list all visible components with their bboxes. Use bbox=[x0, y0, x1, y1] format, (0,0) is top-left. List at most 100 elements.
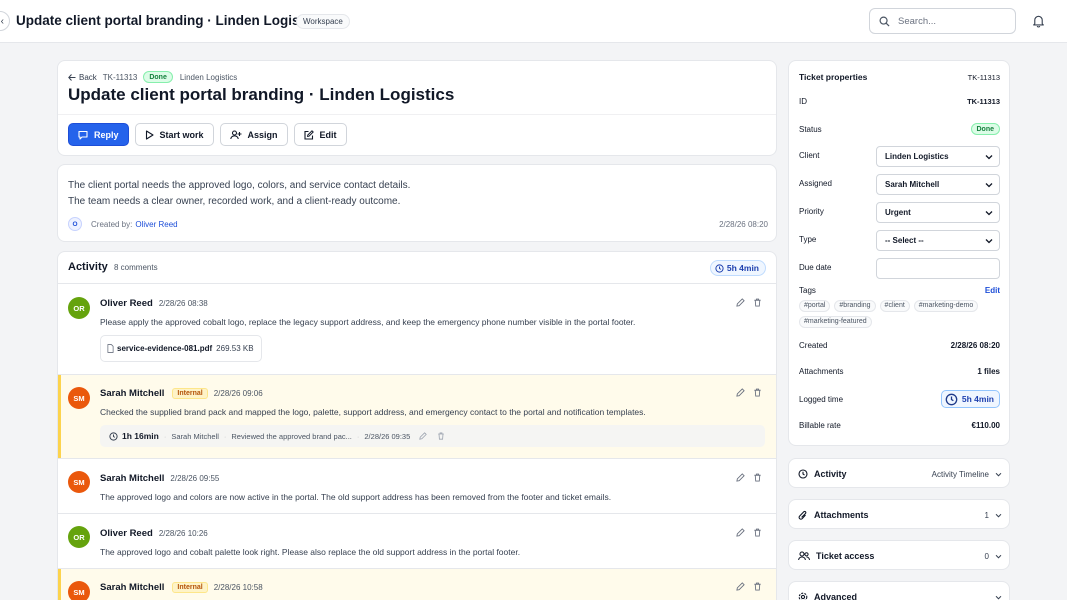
prop-label: Due date bbox=[799, 263, 832, 272]
prop-attachments-value: 1 files bbox=[977, 367, 1000, 376]
advanced-section[interactable]: Advanced bbox=[788, 581, 1010, 600]
tag[interactable]: #branding bbox=[834, 300, 876, 312]
comment-author: Oliver Reed bbox=[100, 298, 153, 309]
attachment-chip[interactable]: service-evidence-081.pdf 269.53 KB bbox=[100, 335, 262, 362]
pencil-icon[interactable] bbox=[736, 388, 745, 397]
client-select[interactable]: Linden Logistics bbox=[876, 146, 1000, 167]
trash-icon[interactable] bbox=[753, 388, 762, 397]
comment-tools bbox=[736, 582, 762, 591]
comment-item: SM Sarah Mitchell Internal 2/28/26 10:58 bbox=[58, 569, 776, 600]
description-footer: O Created by: Oliver Reed 2/28/26 08:20 bbox=[68, 217, 768, 231]
avatar: SM bbox=[68, 581, 90, 600]
prop-label: Client bbox=[799, 151, 820, 160]
assign-button[interactable]: Assign bbox=[219, 123, 288, 146]
pencil-icon[interactable] bbox=[419, 432, 428, 440]
tag[interactable]: #marketing-demo bbox=[913, 300, 979, 312]
trash-icon[interactable] bbox=[753, 298, 762, 307]
separator: · bbox=[356, 431, 360, 441]
top-bar: ‹ Update client portal branding · Linden… bbox=[0, 0, 1067, 43]
section-meta: 0 bbox=[985, 552, 1002, 561]
assignee-select[interactable]: Sarah Mitchell bbox=[876, 174, 1000, 195]
status-badge: Done bbox=[970, 123, 1000, 135]
search-box[interactable] bbox=[869, 8, 1016, 34]
divider bbox=[58, 114, 776, 115]
prop-label: Attachments bbox=[799, 367, 844, 376]
clock-icon bbox=[945, 393, 958, 405]
comment-tools bbox=[736, 298, 762, 307]
search-icon bbox=[879, 16, 890, 27]
ticket-title: Update client portal branding · Linden L… bbox=[68, 85, 455, 104]
description-text: The client portal needs the approved log… bbox=[68, 178, 410, 210]
comment-header: Sarah Mitchell Internal 2/28/26 10:58 bbox=[100, 582, 263, 593]
priority-select[interactable]: Urgent bbox=[876, 202, 1000, 223]
comment-time: 2/28/26 10:58 bbox=[213, 583, 263, 592]
activity-section[interactable]: Activity Activity Timeline bbox=[788, 458, 1010, 488]
arrow-left-icon bbox=[68, 73, 76, 81]
trash-icon[interactable] bbox=[753, 528, 762, 537]
chat-icon bbox=[78, 130, 88, 140]
avatar: SM bbox=[68, 387, 90, 409]
ticket-header-card: Back TK-11313 Done Linden Logistics Upda… bbox=[57, 60, 777, 156]
bell-icon[interactable] bbox=[1032, 14, 1045, 28]
prop-billable-value: €110.00 bbox=[971, 421, 1000, 430]
start-work-button[interactable]: Start work bbox=[134, 123, 214, 146]
edit-icon bbox=[303, 129, 314, 140]
prop-logged-row: Logged time 5h 4min bbox=[799, 390, 1000, 408]
workspace-badge: Workspace bbox=[296, 14, 350, 29]
prop-label: Billable rate bbox=[799, 421, 841, 430]
total-time: 5h 4min bbox=[726, 263, 759, 273]
comment-author: Sarah Mitchell bbox=[100, 473, 165, 484]
type-select[interactable]: -- Select -- bbox=[876, 230, 1000, 251]
prop-label: Assigned bbox=[799, 179, 832, 188]
trash-icon[interactable] bbox=[753, 473, 762, 482]
chevron-down-icon bbox=[995, 554, 1002, 558]
tags-edit-link[interactable]: Edit bbox=[985, 286, 1000, 295]
description-line: The team needs a clear owner, recorded w… bbox=[68, 196, 401, 207]
chevron-down-icon bbox=[995, 472, 1002, 476]
chevron-down-icon bbox=[985, 154, 993, 159]
edit-button[interactable]: Edit bbox=[293, 123, 347, 146]
trash-icon[interactable] bbox=[437, 432, 445, 440]
tag[interactable]: #portal bbox=[799, 300, 831, 312]
trash-icon[interactable] bbox=[753, 582, 762, 591]
chevron-down-icon bbox=[985, 210, 993, 215]
prop-label: Type bbox=[799, 235, 817, 244]
tag[interactable]: #marketing-featured bbox=[799, 316, 872, 328]
prop-tags-row: Tags Edit bbox=[799, 286, 1000, 295]
logged-time-button[interactable]: 5h 4min bbox=[940, 390, 1000, 408]
action-toolbar: Reply Start work Assign Edit bbox=[68, 123, 347, 146]
comment-item: OR Oliver Reed 2/28/26 08:38 Please appl… bbox=[58, 285, 776, 375]
search-input[interactable] bbox=[898, 15, 998, 27]
section-meta-text: 1 bbox=[984, 510, 989, 520]
reply-button[interactable]: Reply bbox=[68, 123, 129, 146]
properties-header: Ticket properties TK-11313 bbox=[799, 72, 1000, 82]
created-by-label: Created by: bbox=[91, 219, 133, 229]
prop-label: Priority bbox=[799, 207, 824, 216]
avatar: OR bbox=[68, 526, 90, 548]
due-date-input[interactable] bbox=[876, 258, 1000, 279]
play-icon bbox=[145, 129, 154, 140]
tag[interactable]: #client bbox=[879, 300, 910, 312]
created-by-link[interactable]: Oliver Reed bbox=[135, 220, 177, 229]
attachment-size: 269.53 KB bbox=[216, 344, 254, 353]
back-icon[interactable]: ‹ bbox=[0, 11, 10, 31]
pencil-icon[interactable] bbox=[736, 582, 745, 591]
created-timestamp: 2/28/26 08:20 bbox=[719, 219, 768, 229]
type-select-value: -- Select -- bbox=[885, 236, 924, 245]
ticket-access-section[interactable]: Ticket access 0 bbox=[788, 540, 1010, 570]
ticket-id: TK-11313 bbox=[102, 72, 138, 82]
attachments-section[interactable]: Attachments 1 bbox=[788, 499, 1010, 529]
comment-author: Oliver Reed bbox=[100, 528, 153, 539]
breadcrumb: Back TK-11313 Done Linden Logistics bbox=[68, 71, 237, 83]
ticket-properties-card: Ticket properties TK-11313 ID TK-11313 S… bbox=[788, 60, 1010, 446]
pencil-icon[interactable] bbox=[736, 473, 745, 482]
back-link[interactable]: Back bbox=[68, 73, 97, 82]
comment-body: The approved logo and colors are now act… bbox=[100, 492, 612, 502]
back-label: Back bbox=[79, 72, 97, 82]
reply-label: Reply bbox=[94, 129, 119, 140]
avatar: O bbox=[68, 217, 82, 231]
pencil-icon[interactable] bbox=[736, 298, 745, 307]
activity-card: Activity 8 comments 5h 4min OR Oliver Re… bbox=[57, 251, 777, 600]
pencil-icon[interactable] bbox=[736, 528, 745, 537]
page-title: Update client portal branding · Linden L… bbox=[16, 13, 323, 28]
